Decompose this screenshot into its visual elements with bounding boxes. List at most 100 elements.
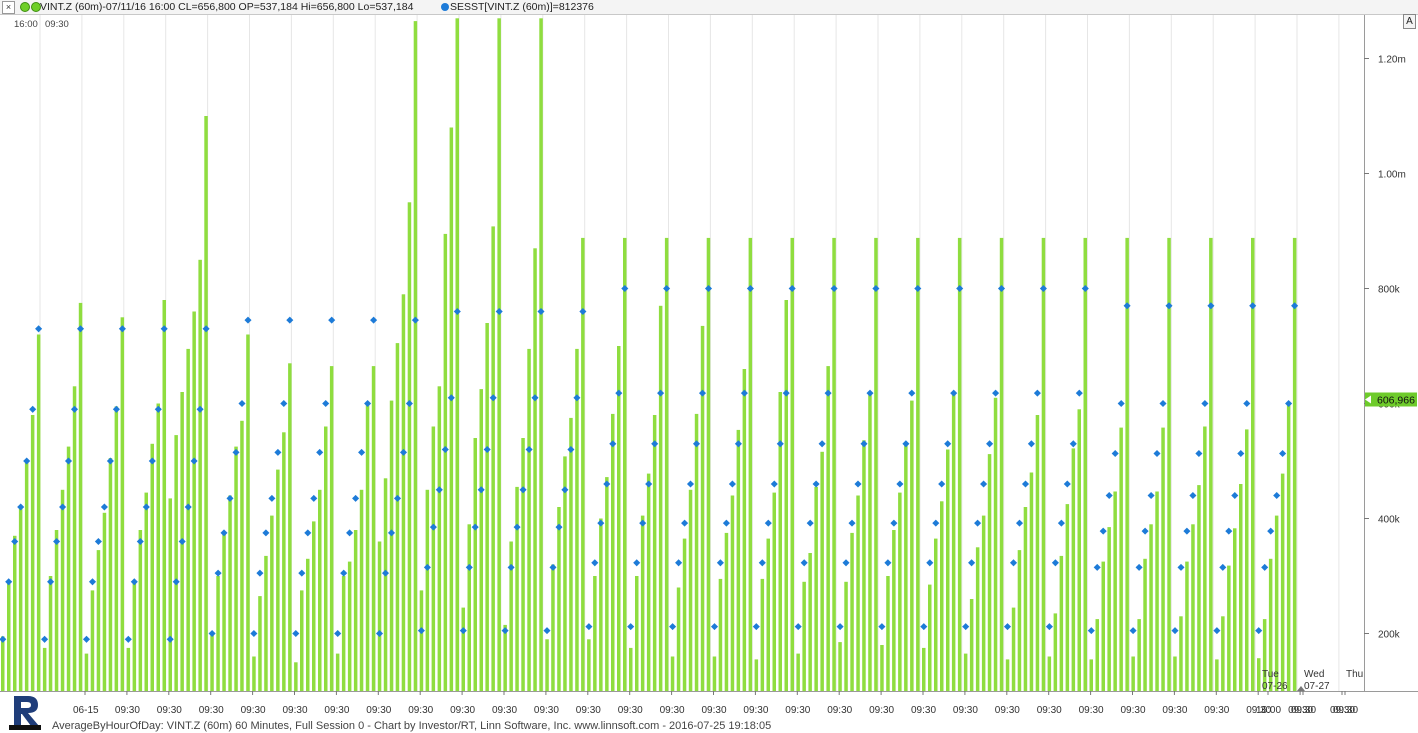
average-marker [1027,440,1035,448]
volume-bar [957,237,962,691]
average-marker [166,635,174,643]
x-tick-label: 09:30 [1121,705,1146,716]
volume-bar [748,237,753,691]
average-marker [710,623,719,631]
average-marker [1111,449,1119,458]
volume-bar [36,334,41,691]
x-tick-label: 09:30 [534,705,559,716]
average-marker [525,445,533,454]
volume-bar [1286,405,1291,691]
volume-bar [1005,659,1010,691]
volume-bar [760,578,765,691]
volume-bar [814,486,818,691]
average-marker [1255,627,1263,635]
volume-bar [324,426,328,691]
session-top-labels: 16:00 09:30 [14,19,69,30]
volume-bar [1239,484,1243,691]
volume-bar [652,415,657,691]
volume-bar [569,417,573,691]
volume-bar [13,535,17,692]
future-date-label: 07-27 [1304,681,1330,692]
average-marker [567,445,575,454]
volume-bar [533,248,537,692]
average-marker [322,399,330,408]
average-marker [423,563,431,571]
volume-bar [270,515,274,691]
average-marker [340,569,348,577]
average-marker [370,316,378,324]
volume-bar [808,553,812,691]
volume-bar [706,237,711,691]
average-marker [112,405,120,413]
volume-bar [210,633,214,691]
volume-bar [1173,656,1177,691]
x-tick-label: 09:30 [618,705,643,716]
average-marker [82,635,91,643]
average-marker [603,480,611,488]
volume-bar [108,458,113,691]
average-marker [663,284,671,293]
green-dot-icon[interactable] [20,2,30,12]
series-visibility-icons[interactable] [20,2,42,16]
volume-bar [975,547,980,692]
volume-bar [1077,409,1081,692]
future-day-label: Tue [1262,669,1279,680]
volume-bar [329,366,334,691]
volume-bar [234,446,238,691]
average-marker [657,389,665,397]
average-marker [878,623,886,631]
volume-bar [599,518,603,691]
volume-bar [162,300,166,691]
volume-bar [772,492,776,691]
volume-bar [300,590,304,691]
average-marker [806,519,814,527]
average-marker [920,623,928,631]
average-marker [130,578,138,586]
volume-bar [934,538,938,691]
average-marker [1213,627,1221,635]
average-marker [513,523,521,531]
average-marker [100,503,108,511]
average-marker [591,559,599,567]
volume-bar [306,558,310,692]
volume-bar [664,237,669,691]
average-marker [142,503,150,511]
volume-bar [856,495,860,691]
volume-bar [868,392,872,691]
volume-bar [1011,607,1016,691]
average-marker [1033,389,1041,397]
x-tick-label: 09:30 [953,705,978,716]
y-tick-label: 1.00m [1378,170,1406,181]
average-marker [35,325,43,333]
average-marker [441,445,449,454]
average-marker [1147,491,1155,500]
volume-bar [1149,524,1153,692]
average-marker [986,440,994,448]
volume-bar [1274,515,1279,691]
volume-bar [527,348,531,691]
volume-bar [623,237,627,691]
indicator-dot-icon[interactable] [441,3,449,11]
average-marker [489,394,497,402]
close-chart-button[interactable]: × [2,1,15,14]
volume-bar [1,636,5,691]
average-marker [573,394,581,402]
volume-bar [66,446,71,691]
x-tick-label: 09:30 [199,705,224,716]
average-marker [160,325,168,333]
volume-bar [1041,237,1046,691]
average-marker [1075,389,1083,397]
average-marker [1051,559,1059,567]
volume-bar [60,489,65,692]
future-date-label: 07-26 [1262,681,1288,692]
volume-bar [1221,616,1225,692]
volume-bar [1113,491,1117,691]
volume-bar [18,507,23,691]
x-tick-label: 09:30 [366,705,391,716]
average-marker [11,537,19,546]
volume-bar [461,607,465,691]
volume-bar [443,233,448,691]
y-tick-label: 800k [1378,285,1401,296]
x-tick-label: 09:30 [115,705,140,716]
price-legend-text: VINT.Z (60m)-07/11/16 16:00 CL=656,800 O… [40,1,414,13]
